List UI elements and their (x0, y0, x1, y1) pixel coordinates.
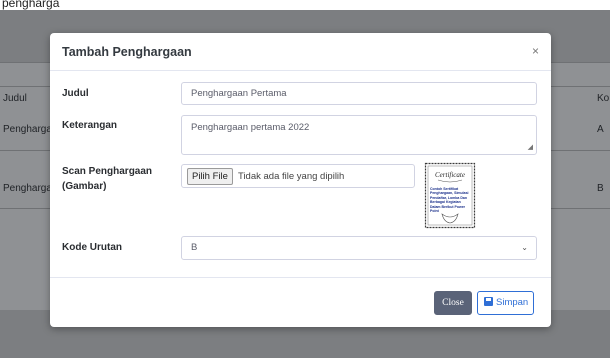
table-row-judul: Pengharga (3, 124, 52, 135)
save-button[interactable]: Simpan (477, 291, 534, 315)
kode-urutan-select[interactable]: B ⌄ (181, 236, 537, 260)
column-header-kode: Ko (597, 93, 610, 104)
certificate-caption: Contoh Sertifikat Penghargaan, Simulasi … (430, 187, 469, 214)
keterangan-textarea[interactable]: Penghargaan pertama 2022 ◢ (181, 115, 537, 155)
resize-handle-icon[interactable]: ◢ (528, 144, 533, 151)
kode-urutan-value: B (191, 242, 198, 253)
close-button[interactable]: Close (434, 291, 472, 315)
top-strip: pengharga (0, 0, 610, 10)
floppy-disk-icon (484, 297, 493, 306)
table-row-kode: A (597, 124, 604, 135)
modal-title: Tambah Penghargaan (62, 45, 192, 59)
save-button-label: Simpan (496, 297, 529, 308)
scan-file-input[interactable]: Pilih File Tidak ada file yang dipilih (181, 164, 415, 188)
modal-footer: Close Simpan (50, 277, 551, 327)
scan-label: Scan Penghargaan (Gambar) (62, 164, 152, 194)
scan-label-line2: (Gambar) (62, 181, 107, 192)
top-caption: pengharga (2, 0, 60, 10)
certificate-thumbnail: Certificate Contoh Sertifikat Penghargaa… (424, 162, 476, 229)
judul-input[interactable]: Penghargaan Pertama (181, 82, 537, 105)
add-award-modal: Tambah Penghargaan × Judul Penghargaan P… (50, 33, 551, 327)
table-row-kode: B (597, 183, 604, 194)
scan-label-line1: Scan Penghargaan (62, 166, 153, 177)
judul-label: Judul (62, 88, 89, 99)
keterangan-label: Keterangan (62, 120, 118, 131)
keterangan-value: Penghargaan pertama 2022 (191, 122, 310, 133)
choose-file-button[interactable]: Pilih File (187, 168, 233, 185)
column-header-judul: Judul (3, 93, 27, 104)
table-row-judul: Pengharga (3, 183, 52, 194)
no-file-text: Tidak ada file yang dipilih (238, 171, 345, 182)
kode-urutan-label: Kode Urutan (62, 242, 122, 253)
certificate-heading: Certificate (435, 171, 465, 179)
chevron-down-icon: ⌄ (521, 243, 528, 252)
close-icon[interactable]: × (532, 44, 539, 58)
modal-header: Tambah Penghargaan × (50, 33, 551, 71)
